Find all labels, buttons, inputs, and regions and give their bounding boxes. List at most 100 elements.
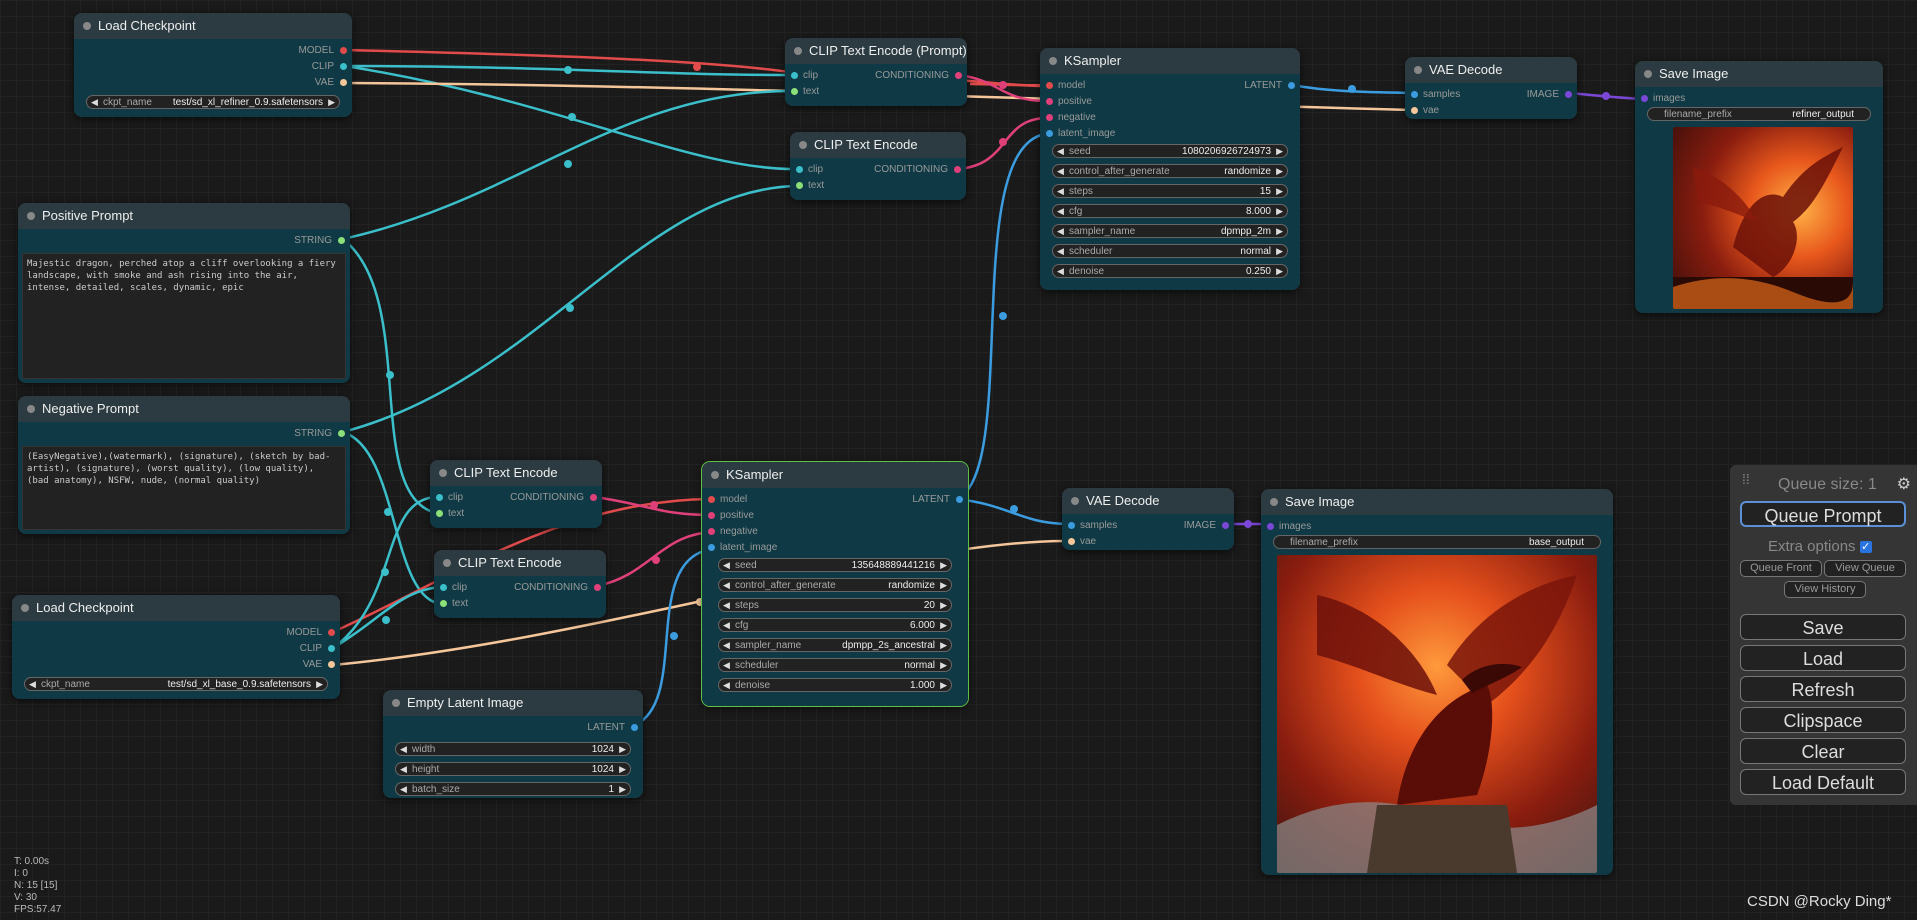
- output-image[interactable]: IMAGE: [1527, 89, 1572, 100]
- node-title[interactable]: KSampler: [1040, 48, 1300, 74]
- queue-front-button[interactable]: Queue Front: [1740, 560, 1822, 577]
- input-text[interactable]: text: [796, 180, 824, 191]
- save-button[interactable]: Save: [1740, 614, 1906, 640]
- denoise-widget[interactable]: ◀ denoise 0.250 ▶: [1052, 264, 1288, 278]
- load-button[interactable]: Load: [1740, 645, 1906, 671]
- input-text[interactable]: text: [791, 86, 819, 97]
- clipspace-button[interactable]: Clipspace: [1740, 707, 1906, 733]
- input-positive[interactable]: positive: [1046, 96, 1092, 107]
- output-conditioning[interactable]: CONDITIONING: [874, 164, 961, 175]
- output-model[interactable]: MODEL: [286, 627, 335, 638]
- node-title[interactable]: VAE Decode: [1062, 488, 1234, 514]
- width-widget[interactable]: ◀ width 1024 ▶: [395, 742, 631, 756]
- input-negative[interactable]: negative: [1046, 112, 1096, 123]
- node-title[interactable]: Save Image: [1635, 61, 1883, 87]
- extra-options-checkbox[interactable]: ✓: [1859, 541, 1872, 554]
- filename-prefix-widget[interactable]: filename_prefix base_output: [1273, 535, 1601, 549]
- node-title[interactable]: Save Image: [1261, 489, 1613, 515]
- node-positive-prompt[interactable]: Positive Prompt STRING Majestic dragon, …: [18, 203, 350, 383]
- output-clip[interactable]: CLIP: [300, 643, 335, 654]
- node-title[interactable]: KSampler: [702, 462, 968, 488]
- input-clip[interactable]: clip: [796, 164, 823, 175]
- node-clip-text-encode-4[interactable]: CLIP Text Encode (Prompt) clip text COND…: [434, 550, 606, 618]
- input-latent-image[interactable]: latent_image: [708, 542, 777, 553]
- node-save-image-base[interactable]: Save Image images filename_prefix base_ou…: [1261, 489, 1613, 875]
- drag-handle-icon[interactable]: ⁞⁞: [1742, 471, 1750, 487]
- node-empty-latent-image[interactable]: Empty Latent Image LATENT ◀ width 1024 ▶ ◀ h…: [383, 690, 643, 798]
- node-vae-decode-refiner[interactable]: VAE Decode samples vae IMAGE: [1405, 57, 1577, 119]
- ckpt-name-widget[interactable]: ◀ ckpt_name test/sd_xl_base_0.9.safetensor…: [24, 677, 328, 691]
- scheduler-widget[interactable]: ◀ scheduler normal ▶: [1052, 244, 1288, 258]
- node-title[interactable]: VAE Decode: [1405, 57, 1577, 83]
- node-title[interactable]: Empty Latent Image: [383, 690, 643, 716]
- input-samples[interactable]: samples: [1068, 520, 1117, 531]
- filename-prefix-widget[interactable]: filename_prefix refiner_output: [1647, 107, 1871, 121]
- node-ksampler-refiner[interactable]: KSampler model positive negative latent_…: [1040, 48, 1300, 290]
- input-images[interactable]: images: [1267, 521, 1311, 532]
- node-title[interactable]: CLIP Text Encode (Prompt): [790, 132, 966, 178]
- denoise-widget[interactable]: ◀ denoise 1.000 ▶: [718, 678, 952, 692]
- ckpt-name-widget[interactable]: ◀ ckpt_name test/sd_xl_refiner_0.9.safeten…: [86, 95, 340, 109]
- node-title[interactable]: CLIP Text Encode (Prompt): [430, 460, 602, 506]
- node-clip-text-encode-3[interactable]: CLIP Text Encode (Prompt) clip text COND…: [430, 460, 602, 528]
- input-clip[interactable]: clip: [436, 492, 463, 503]
- node-vae-decode-base[interactable]: VAE Decode samples vae IMAGE: [1062, 488, 1234, 550]
- node-title[interactable]: Positive Prompt: [18, 203, 350, 229]
- node-clip-text-encode-1[interactable]: CLIP Text Encode (Prompt) clip text COND…: [785, 38, 967, 106]
- view-queue-button[interactable]: View Queue: [1824, 560, 1906, 577]
- input-text[interactable]: text: [440, 598, 468, 609]
- input-vae[interactable]: vae: [1068, 536, 1096, 547]
- node-title[interactable]: CLIP Text Encode (Prompt): [785, 38, 967, 64]
- input-clip[interactable]: clip: [791, 70, 818, 81]
- input-model[interactable]: model: [1046, 80, 1085, 91]
- seed-widget[interactable]: ◀ seed 135648889441216 ▶: [718, 558, 952, 572]
- node-clip-text-encode-2[interactable]: CLIP Text Encode (Prompt) clip text COND…: [790, 132, 966, 200]
- extra-options-label[interactable]: Extra options ✓: [1768, 538, 1872, 555]
- node-title[interactable]: Load Checkpoint: [12, 595, 340, 621]
- negative-prompt-text[interactable]: (EasyNegative),(watermark), (signature),…: [22, 446, 346, 530]
- clear-button[interactable]: Clear: [1740, 738, 1906, 764]
- seed-widget[interactable]: ◀ seed 1080206926724973 ▶: [1052, 144, 1288, 158]
- node-load-checkpoint-refiner[interactable]: Load Checkpoint MODEL CLIP VAE ◀ ckpt_nam…: [74, 13, 352, 117]
- node-load-checkpoint-base[interactable]: Load Checkpoint MODEL CLIP VAE ◀ ckpt_nam…: [12, 595, 340, 699]
- input-text[interactable]: text: [436, 508, 464, 519]
- output-conditioning[interactable]: CONDITIONING: [510, 492, 597, 503]
- node-title[interactable]: CLIP Text Encode (Prompt): [434, 550, 606, 596]
- control-after-generate-widget[interactable]: ◀ control_after_generate randomize ▶: [718, 578, 952, 592]
- output-latent[interactable]: LATENT: [912, 494, 963, 505]
- output-conditioning[interactable]: CONDITIONING: [514, 582, 601, 593]
- output-latent[interactable]: LATENT: [587, 722, 638, 733]
- cfg-widget[interactable]: ◀ cfg 6.000 ▶: [718, 618, 952, 632]
- output-vae[interactable]: VAE: [303, 659, 335, 670]
- input-images[interactable]: images: [1641, 93, 1685, 104]
- input-vae[interactable]: vae: [1411, 105, 1439, 116]
- node-ksampler-base[interactable]: KSampler model positive negative latent_…: [701, 461, 969, 707]
- input-model[interactable]: model: [708, 494, 747, 505]
- node-save-image-refiner[interactable]: Save Image images filename_prefix refiner…: [1635, 61, 1883, 313]
- batch-size-widget[interactable]: ◀ batch_size 1 ▶: [395, 782, 631, 796]
- input-samples[interactable]: samples: [1411, 89, 1460, 100]
- output-clip[interactable]: CLIP: [312, 61, 347, 72]
- output-model[interactable]: MODEL: [298, 45, 347, 56]
- input-clip[interactable]: clip: [440, 582, 467, 593]
- node-negative-prompt[interactable]: Negative Prompt STRING (EasyNegative),(w…: [18, 396, 350, 534]
- output-image[interactable]: IMAGE: [1184, 520, 1229, 531]
- load-default-button[interactable]: Load Default: [1740, 769, 1906, 795]
- gear-icon[interactable]: ⚙: [1897, 474, 1911, 494]
- sampler-name-widget[interactable]: ◀ sampler_name dpmpp_2s_ancestral ▶: [718, 638, 952, 652]
- cfg-widget[interactable]: ◀ cfg 8.000 ▶: [1052, 204, 1288, 218]
- output-vae[interactable]: VAE: [315, 77, 347, 88]
- input-positive[interactable]: positive: [708, 510, 754, 521]
- output-string[interactable]: STRING: [294, 235, 345, 246]
- node-title[interactable]: Negative Prompt: [18, 396, 350, 422]
- view-history-button[interactable]: View History: [1784, 581, 1866, 598]
- control-after-generate-widget[interactable]: ◀ control_after_generate randomize ▶: [1052, 164, 1288, 178]
- input-negative[interactable]: negative: [708, 526, 758, 537]
- sampler-name-widget[interactable]: ◀ sampler_name dpmpp_2m ▶: [1052, 224, 1288, 238]
- steps-widget[interactable]: ◀ steps 20 ▶: [718, 598, 952, 612]
- steps-widget[interactable]: ◀ steps 15 ▶: [1052, 184, 1288, 198]
- node-title[interactable]: Load Checkpoint: [74, 13, 352, 39]
- scheduler-widget[interactable]: ◀ scheduler normal ▶: [718, 658, 952, 672]
- height-widget[interactable]: ◀ height 1024 ▶: [395, 762, 631, 776]
- output-conditioning[interactable]: CONDITIONING: [875, 70, 962, 81]
